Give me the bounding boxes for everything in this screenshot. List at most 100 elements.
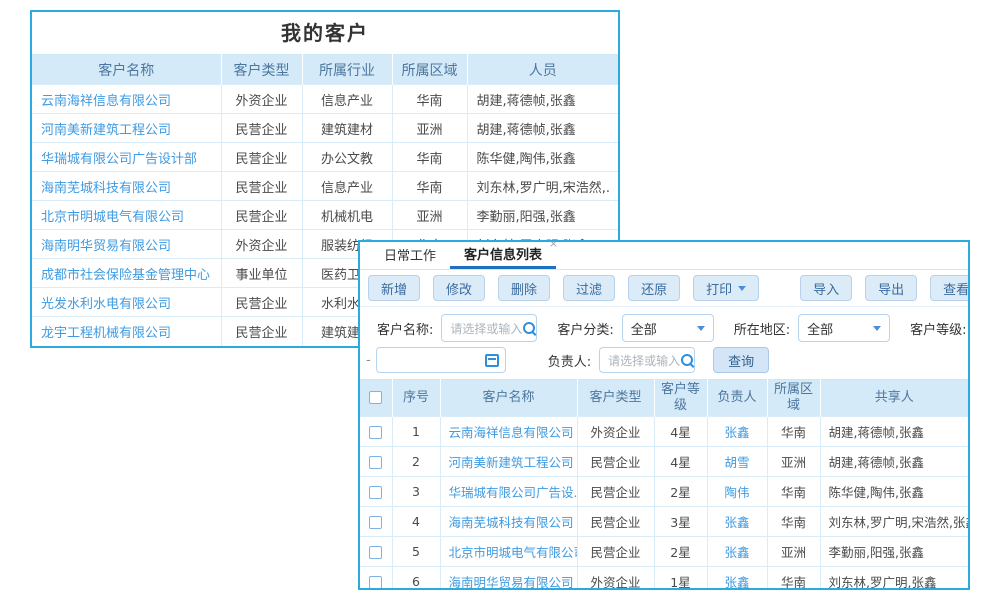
customer-name-link[interactable]: 海南明华贸易有限公司: [449, 575, 574, 590]
customer-name-link[interactable]: 河南美新建筑工程公司: [449, 455, 574, 470]
desktop: 我的客户 客户名称客户类型所属行业所属区域人员 云南海祥信息有限公司外资企业信息…: [0, 0, 1000, 600]
row-number-cell: 1: [392, 417, 440, 447]
owner-link[interactable]: 张鑫: [724, 545, 749, 560]
toolbar-button-打印[interactable]: 打印: [693, 275, 759, 301]
customer-name-link[interactable]: 海南芜城科技有限公司: [449, 515, 574, 530]
owner-filter-label: 负责人:: [548, 351, 591, 370]
region-cell: 华南: [767, 417, 820, 447]
date-input[interactable]: [376, 347, 506, 373]
staff-cell: 刘东林,罗广明,宋浩然,.: [467, 172, 618, 201]
owner-link[interactable]: 胡雪: [724, 455, 749, 470]
row-checkbox[interactable]: [369, 546, 382, 559]
customer-name-link[interactable]: 华瑞城有限公司广告设...: [449, 485, 578, 500]
query-button[interactable]: 查询: [713, 347, 769, 373]
grade-cell: 2星: [654, 477, 707, 507]
search-icon[interactable]: [522, 321, 537, 336]
my-customers-title: 我的客户: [32, 12, 618, 54]
customer-name-cell: 河南美新建筑工程公司: [440, 447, 577, 477]
customer-type-cell: 民营企业: [221, 201, 302, 230]
column-header: 客户等级: [654, 380, 707, 417]
region-cell: 华南: [767, 567, 820, 591]
customer-name-link[interactable]: 海南明华贸易有限公司: [41, 239, 171, 254]
customer-name-placeholder: 请选择或输入: [450, 320, 522, 337]
customer-name-link[interactable]: 龙宇工程机械有限公司: [41, 326, 171, 341]
column-header: 客户名称: [440, 380, 577, 417]
my-customers-header-row: 客户名称客户类型所属行业所属区域人员: [32, 55, 618, 85]
staff-cell: 陈华健,陶伟,张鑫: [467, 143, 618, 172]
chevron-down-icon: [873, 326, 881, 331]
owner-link[interactable]: 张鑫: [724, 575, 749, 590]
column-header: 所属区域: [392, 55, 467, 85]
customer-name-link[interactable]: 海南芜城科技有限公司: [41, 181, 171, 196]
customer-type-cell: 民营企业: [221, 172, 302, 201]
industry-cell: 建筑建材: [302, 114, 392, 143]
customer-name-input[interactable]: 请选择或输入: [441, 314, 537, 342]
toolbar-button-新增[interactable]: 新增: [368, 275, 420, 301]
customer-name-link[interactable]: 云南海祥信息有限公司: [41, 94, 171, 109]
toolbar-button-查看日志[interactable]: 查看日志: [930, 275, 970, 301]
owner-cell: 张鑫: [707, 417, 767, 447]
customer-name-link[interactable]: 北京市明城电气有限公司: [449, 545, 578, 560]
select-all-checkbox[interactable]: [369, 391, 382, 404]
customer-type-cell: 民营企业: [221, 317, 302, 346]
owner-input[interactable]: 请选择或输入: [599, 347, 695, 373]
customer-name-link[interactable]: 光发水利水电有限公司: [41, 297, 171, 312]
customer-name-cell: 成都市社会保险基金管理中心: [32, 259, 221, 288]
column-header: 人员: [467, 55, 618, 85]
customer-type-cell: 事业单位: [221, 259, 302, 288]
row-checkbox[interactable]: [369, 456, 382, 469]
customer-name-cell: 海南芜城科技有限公司: [440, 507, 577, 537]
checkbox-cell: [360, 537, 392, 567]
row-number-cell: 6: [392, 567, 440, 591]
region-cell: 亚洲: [767, 537, 820, 567]
shared-cell: 陈华健,陶伟,张鑫: [820, 477, 968, 507]
customer-category-select[interactable]: 全部: [622, 314, 714, 342]
customer-name-cell: 光发水利水电有限公司: [32, 288, 221, 317]
checkbox-cell: [360, 477, 392, 507]
calendar-icon[interactable]: [485, 354, 499, 367]
customer-name-link[interactable]: 北京市明城电气有限公司: [41, 210, 184, 225]
customer-name-link[interactable]: 河南美新建筑工程公司: [41, 123, 171, 138]
customer-name-link[interactable]: 云南海祥信息有限公司: [449, 425, 574, 440]
region-cell: 亚洲: [392, 114, 467, 143]
checkbox-cell: [360, 417, 392, 447]
customer-name-cell: 云南海祥信息有限公司: [440, 417, 577, 447]
customer-name-link[interactable]: 成都市社会保险基金管理中心: [41, 268, 210, 283]
grade-cell: 4星: [654, 447, 707, 477]
industry-cell: 办公文教: [302, 143, 392, 172]
column-header: 负责人: [707, 380, 767, 417]
table-row: 5北京市明城电气有限公司民营企业2星张鑫亚洲李勤丽,阳强,张鑫: [360, 537, 968, 567]
grade-cell: 1星: [654, 567, 707, 591]
toolbar-button-导入[interactable]: 导入: [800, 275, 852, 301]
toolbar-button-过滤[interactable]: 过滤: [563, 275, 615, 301]
tab-daily-work[interactable]: 日常工作: [370, 240, 450, 269]
owner-link[interactable]: 张鑫: [724, 515, 749, 530]
toolbar-button-修改[interactable]: 修改: [433, 275, 485, 301]
table-row: 云南海祥信息有限公司外资企业信息产业华南胡建,蒋德帧,张鑫: [32, 85, 618, 114]
industry-cell: 信息产业: [302, 172, 392, 201]
search-icon[interactable]: [680, 353, 695, 368]
staff-cell: 李勤丽,阳强,张鑫: [467, 201, 618, 230]
row-checkbox[interactable]: [369, 576, 382, 589]
table-row: 6海南明华贸易有限公司外资企业1星张鑫华南刘东林,罗广明,张鑫: [360, 567, 968, 591]
area-select[interactable]: 全部: [798, 314, 890, 342]
row-checkbox[interactable]: [369, 486, 382, 499]
customer-type-cell: 民营企业: [221, 288, 302, 317]
owner-link[interactable]: 陶伟: [724, 485, 749, 500]
region-cell: 华南: [767, 507, 820, 537]
customer-name-cell: 云南海祥信息有限公司: [32, 85, 221, 114]
table-row: 4海南芜城科技有限公司民营企业3星张鑫华南刘东林,罗广明,宋浩然,张鑫: [360, 507, 968, 537]
industry-cell: 机械机电: [302, 201, 392, 230]
checkbox-cell: [360, 447, 392, 477]
tab-customer-info-list[interactable]: 客户信息列表 ×: [450, 240, 556, 269]
grade-cell: 4星: [654, 417, 707, 447]
customer-name-link[interactable]: 华瑞城有限公司广告设计部: [41, 152, 197, 167]
toolbar-button-还原[interactable]: 还原: [628, 275, 680, 301]
row-checkbox[interactable]: [369, 426, 382, 439]
toolbar-button-删除[interactable]: 删除: [498, 275, 550, 301]
tab-close-icon[interactable]: ×: [549, 240, 558, 250]
row-checkbox[interactable]: [369, 516, 382, 529]
toolbar-button-导出[interactable]: 导出: [865, 275, 917, 301]
owner-link[interactable]: 张鑫: [724, 425, 749, 440]
customer-name-cell: 海南明华贸易有限公司: [32, 230, 221, 259]
